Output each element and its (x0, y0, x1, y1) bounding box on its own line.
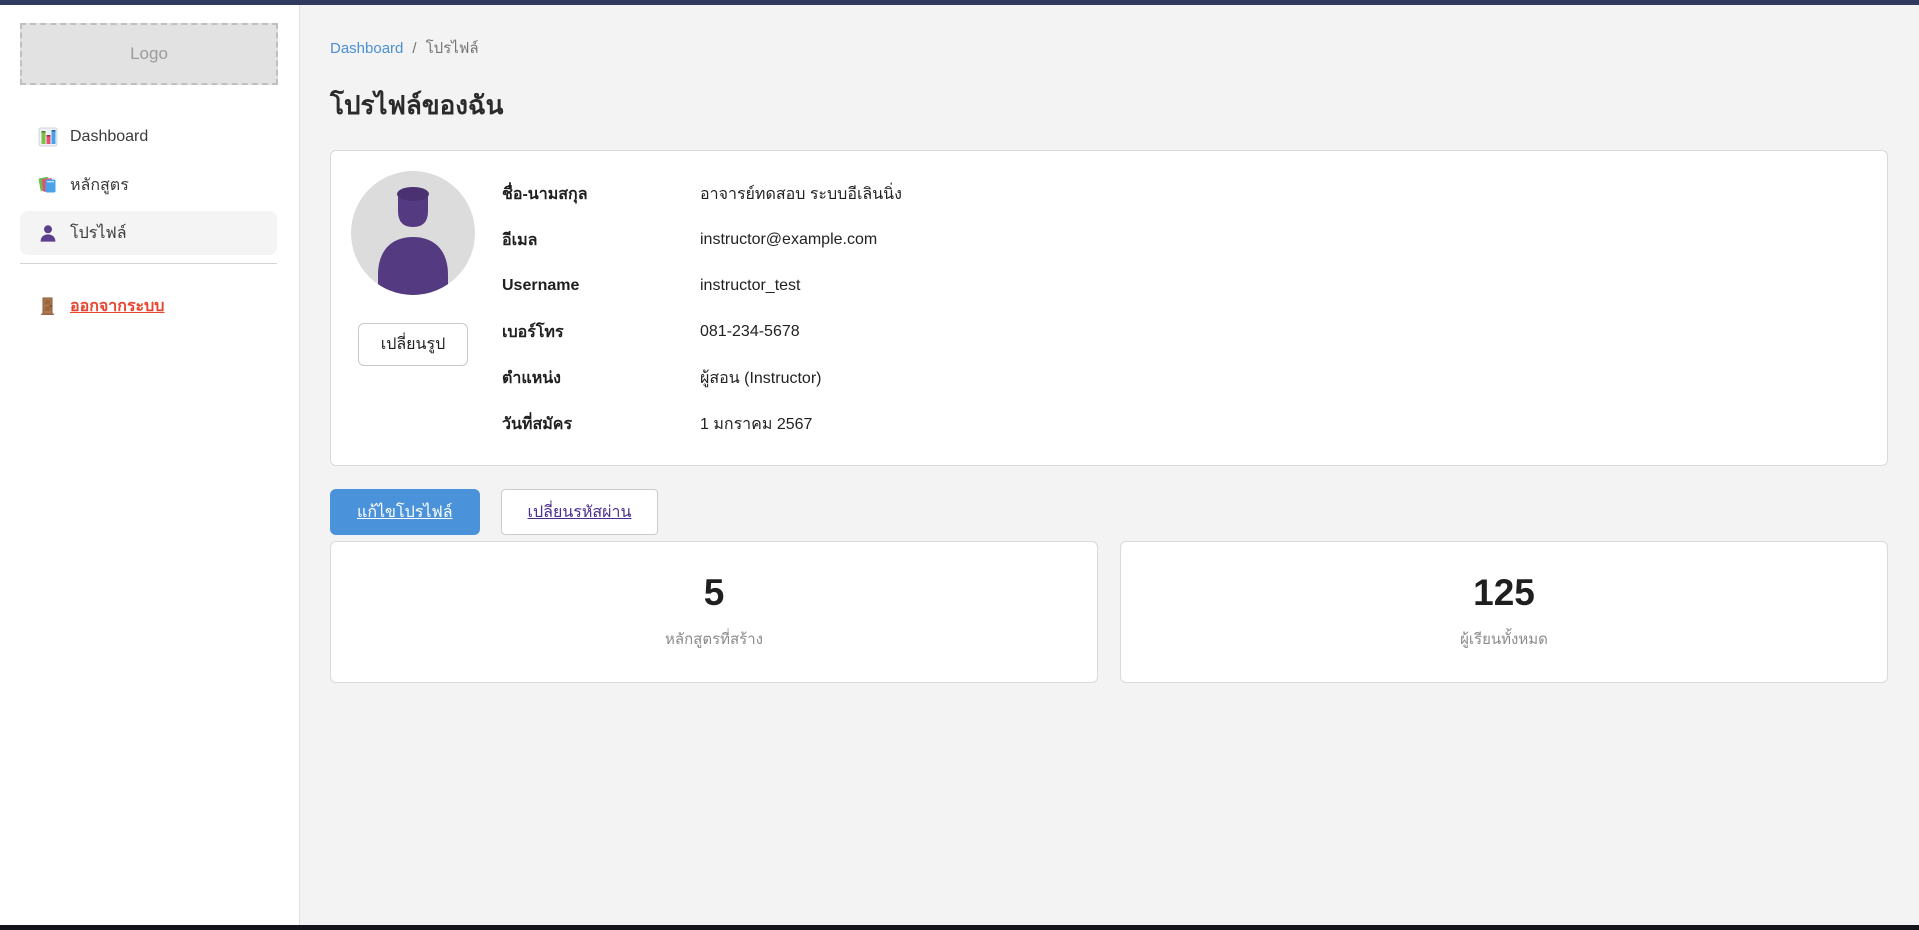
sidebar-divider (20, 263, 277, 264)
stats-row: 5 หลักสูตรที่สร้าง 125 ผู้เรียนทั้งหมด (330, 541, 1888, 683)
sidebar-item-label: โปรไฟล์ (70, 221, 127, 246)
sidebar-item-label: Dashboard (70, 128, 148, 146)
field-value-phone: 081-234-5678 (700, 323, 800, 341)
person-silhouette-icon (351, 171, 475, 295)
profile-field-row: วันที่สมัคร 1 มกราคม 2567 (502, 401, 1867, 447)
logout-label: ออกจากระบบ (70, 294, 164, 319)
profile-card: เปลี่ยนรูป ชื่อ-นามสกุล อาจารย์ทดสอบ ระบ… (330, 150, 1888, 466)
person-icon (38, 223, 58, 243)
stat-value: 125 (1473, 573, 1535, 614)
stat-card-courses-created: 5 หลักสูตรที่สร้าง (330, 541, 1098, 683)
field-label-username: Username (502, 277, 700, 295)
sidebar-item-dashboard[interactable]: Dashboard (20, 115, 277, 159)
stat-label: หลักสูตรที่สร้าง (665, 627, 763, 651)
main-content: Dashboard / โปรไฟล์ โปรไฟล์ของฉัน เปลี่ย… (300, 5, 1919, 925)
change-photo-button[interactable]: เปลี่ยนรูป (358, 323, 469, 366)
field-value-username: instructor_test (700, 277, 800, 295)
books-icon (38, 175, 58, 195)
field-value-register-date: 1 มกราคม 2567 (700, 412, 812, 437)
logout-link[interactable]: ออกจากระบบ (20, 288, 277, 324)
profile-field-row: อีเมล instructor@example.com (502, 217, 1867, 263)
stat-label: ผู้เรียนทั้งหมด (1460, 627, 1548, 651)
edit-profile-button[interactable]: แก้ไขโปรไฟล์ (330, 489, 480, 535)
window-bottom-bar (0, 925, 1919, 930)
logo-text: Logo (130, 44, 168, 64)
sidebar-item-courses[interactable]: หลักสูตร (20, 163, 277, 207)
breadcrumb-current: โปรไฟล์ (426, 36, 479, 60)
field-label-email: อีเมล (502, 228, 700, 253)
field-label-position: ตำแหน่ง (502, 366, 700, 391)
field-value-name: อาจารย์ทดสอบ ระบบอีเลินนิ่ง (700, 182, 902, 207)
profile-fields: ชื่อ-นามสกุล อาจารย์ทดสอบ ระบบอีเลินนิ่ง… (502, 171, 1867, 445)
sidebar-item-label: หลักสูตร (70, 173, 129, 198)
field-label-phone: เบอร์โทร (502, 320, 700, 345)
breadcrumb: Dashboard / โปรไฟล์ (330, 36, 1888, 60)
profile-field-row: ตำแหน่ง ผู้สอน (Instructor) (502, 355, 1867, 401)
logo-placeholder: Logo (20, 23, 278, 85)
avatar (351, 171, 475, 295)
field-label-name: ชื่อ-นามสกุล (502, 182, 700, 207)
page-title: โปรไฟล์ของฉัน (330, 85, 1888, 126)
sidebar-item-profile[interactable]: โปรไฟล์ (20, 211, 277, 255)
profile-field-row: เบอร์โทร 081-234-5678 (502, 309, 1867, 355)
field-label-register-date: วันที่สมัคร (502, 412, 700, 437)
stat-card-total-students: 125 ผู้เรียนทั้งหมด (1120, 541, 1888, 683)
field-value-position: ผู้สอน (Instructor) (700, 366, 821, 391)
avatar-column: เปลี่ยนรูป (351, 171, 475, 445)
breadcrumb-separator: / (412, 40, 416, 57)
sidebar-nav: Dashboard หลักสูตร (0, 115, 299, 255)
bar-chart-icon (38, 127, 58, 147)
sidebar: Logo Dashboard (0, 5, 300, 925)
door-icon (38, 296, 58, 316)
field-value-email: instructor@example.com (700, 231, 877, 249)
stat-value: 5 (704, 573, 725, 614)
change-password-button[interactable]: เปลี่ยนรหัสผ่าน (501, 489, 659, 535)
profile-field-row: Username instructor_test (502, 263, 1867, 309)
breadcrumb-dashboard-link[interactable]: Dashboard (330, 40, 403, 57)
profile-field-row: ชื่อ-นามสกุล อาจารย์ทดสอบ ระบบอีเลินนิ่ง (502, 171, 1867, 217)
profile-actions: แก้ไขโปรไฟล์ เปลี่ยนรหัสผ่าน (330, 489, 1888, 535)
